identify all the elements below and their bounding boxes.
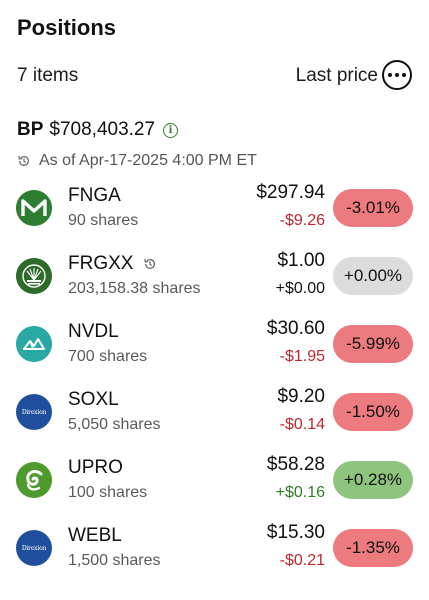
position-row-frgxx[interactable]: FRGXX 203,158.38 shares $1.00 +$0.00 +0.… (0, 242, 429, 310)
buying-power: BP $708,403.27 i (17, 118, 179, 142)
position-row-soxl[interactable]: Direxion SOXL 5,050 shares $9.20 -$0.14 … (0, 378, 429, 446)
ticker-symbol: WEBL (68, 525, 122, 546)
price-change: -$9.26 (279, 212, 325, 229)
buying-power-label: BP (17, 119, 44, 140)
sunburst-logo-icon (16, 258, 52, 294)
price-change: -$0.21 (279, 552, 325, 569)
sort-by-last-price[interactable]: Last price (296, 65, 378, 87)
shares-count: 1,500 shares (68, 552, 161, 569)
history-icon (144, 258, 156, 269)
last-price: $30.60 (266, 318, 325, 339)
buying-power-value: $708,403.27 (49, 119, 156, 140)
ticker-symbol: FNGA (68, 185, 121, 206)
shares-count: 100 shares (68, 484, 148, 501)
dot-icon (402, 73, 406, 77)
position-row-fnga[interactable]: FNGA 90 shares $297.94 -$9.26 -3.01% (0, 174, 429, 242)
last-price: $15.30 (266, 522, 325, 543)
direxion-logo-icon: Direxion (16, 530, 52, 566)
ticker-symbol: NVDL (68, 321, 119, 342)
page-title: Positions (17, 15, 117, 40)
price-change: -$0.14 (279, 416, 325, 433)
price-change: +$0.00 (275, 280, 325, 297)
ticker-symbol: UPRO (68, 457, 123, 478)
price-change: -$1.95 (279, 348, 325, 365)
position-row-nvdl[interactable]: NVDL 700 shares $30.60 -$1.95 -5.99% (0, 310, 429, 378)
as-of-timestamp: As of Apr-17-2025 4:00 PM ET (17, 152, 257, 170)
dot-icon (388, 73, 392, 77)
last-price: $9.20 (277, 386, 325, 407)
last-price: $1.00 (277, 250, 325, 271)
items-count: 7 items (17, 65, 79, 86)
ticker-symbol: SOXL (68, 389, 119, 410)
price-change: +$0.16 (275, 484, 325, 501)
history-icon (18, 155, 29, 166)
dot-icon (395, 73, 399, 77)
swirl-logo-icon (16, 462, 52, 498)
direxion-logo-icon: Direxion (16, 394, 52, 430)
percent-change-badge[interactable]: -5.99% (333, 325, 413, 363)
shares-count: 700 shares (68, 348, 148, 365)
direxion-logo-text: Direxion (21, 408, 47, 416)
shares-count: 90 shares (68, 212, 139, 229)
more-options-button[interactable] (382, 60, 412, 90)
direxion-logo-text: Direxion (21, 544, 47, 552)
percent-change-badge[interactable]: -1.50% (333, 393, 413, 431)
percent-change-badge[interactable]: +0.00% (333, 257, 413, 295)
shares-count: 203,158.38 shares (68, 280, 201, 297)
percent-change-badge[interactable]: -1.35% (333, 529, 413, 567)
last-price: $58.28 (266, 454, 325, 475)
last-price: $297.94 (256, 182, 325, 203)
percent-change-badge[interactable]: +0.28% (333, 461, 413, 499)
positions-subbar: 7 items Last price (17, 60, 412, 90)
as-of-text: As of Apr-17-2025 4:00 PM ET (39, 152, 257, 169)
percent-change-badge[interactable]: -3.01% (333, 189, 413, 227)
position-row-webl[interactable]: Direxion WEBL 1,500 shares $15.30 -$0.21… (0, 514, 429, 582)
position-row-upro[interactable]: UPRO 100 shares $58.28 +$0.16 +0.28% (0, 446, 429, 514)
mm-logo-icon (16, 190, 52, 226)
ticker-symbol: FRGXX (68, 253, 134, 274)
info-icon[interactable]: i (163, 122, 179, 138)
shares-count: 5,050 shares (68, 416, 161, 433)
mountain-logo-icon (16, 326, 52, 362)
